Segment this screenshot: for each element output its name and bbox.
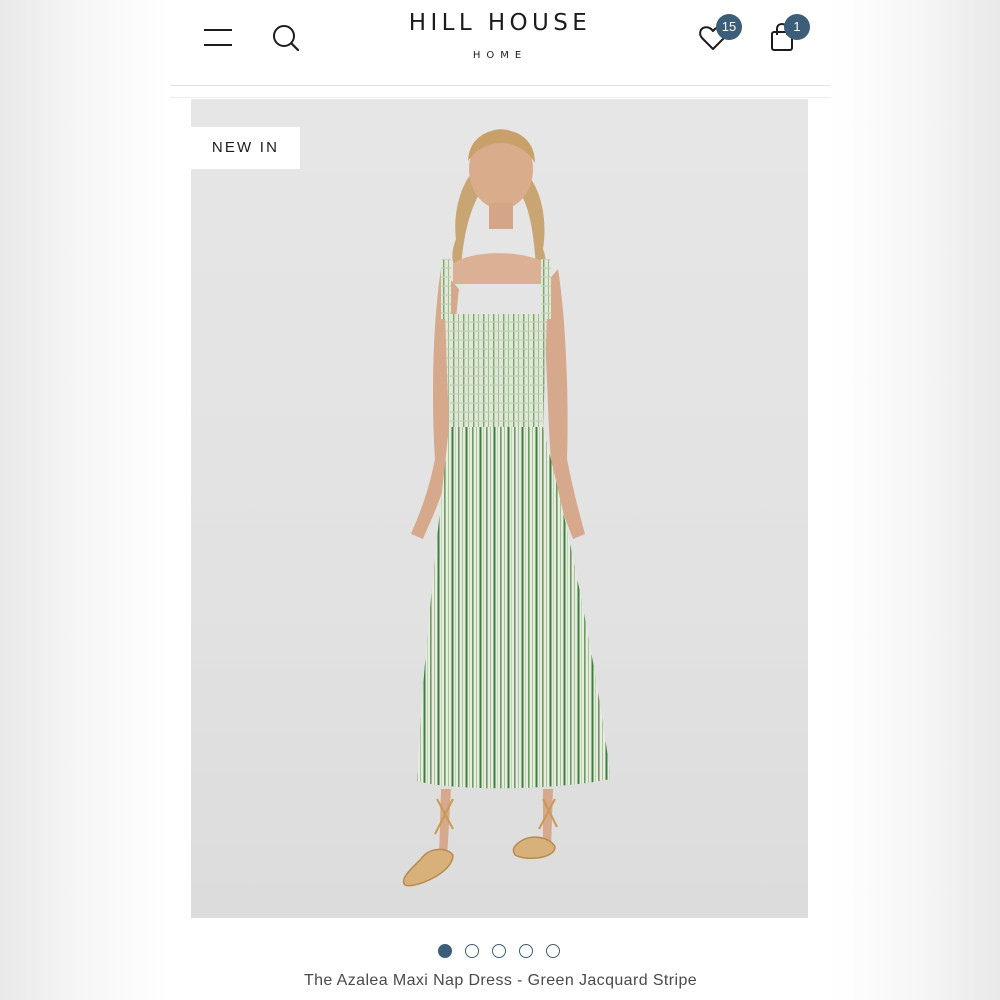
product-title: The Azalea Maxi Nap Dress - Green Jacqua…: [303, 972, 698, 989]
menu-icon-line: [204, 29, 232, 31]
top-navigation-bar: HILL HOUSE HOME 15 1: [170, 0, 831, 86]
brand-logo[interactable]: HILL HOUSE HOME: [340, 10, 660, 62]
brand-name: HILL HOUSE: [408, 10, 592, 36]
carousel-dot[interactable]: [465, 944, 479, 958]
search-icon: [273, 25, 300, 52]
wishlist-count-badge: 15: [716, 14, 742, 40]
new-in-badge: NEW IN: [191, 127, 300, 169]
model-in-dress-illustration: [402, 129, 611, 887]
app-screen: HILL HOUSE HOME 15 1 NEW IN The Azalea M…: [170, 0, 831, 1000]
brand-subtitle: HOME: [472, 50, 528, 61]
carousel-dot[interactable]: [546, 944, 560, 958]
bag-count-badge: 1: [784, 14, 810, 40]
divider: [170, 97, 831, 98]
product-image[interactable]: [191, 99, 808, 918]
menu-icon-line: [204, 44, 232, 46]
carousel-dot[interactable]: [492, 944, 506, 958]
menu-button[interactable]: [204, 26, 234, 48]
carousel-dot[interactable]: [438, 944, 452, 958]
carousel-dot[interactable]: [519, 944, 533, 958]
image-carousel-dots: [438, 944, 568, 960]
search-button[interactable]: [270, 22, 302, 54]
